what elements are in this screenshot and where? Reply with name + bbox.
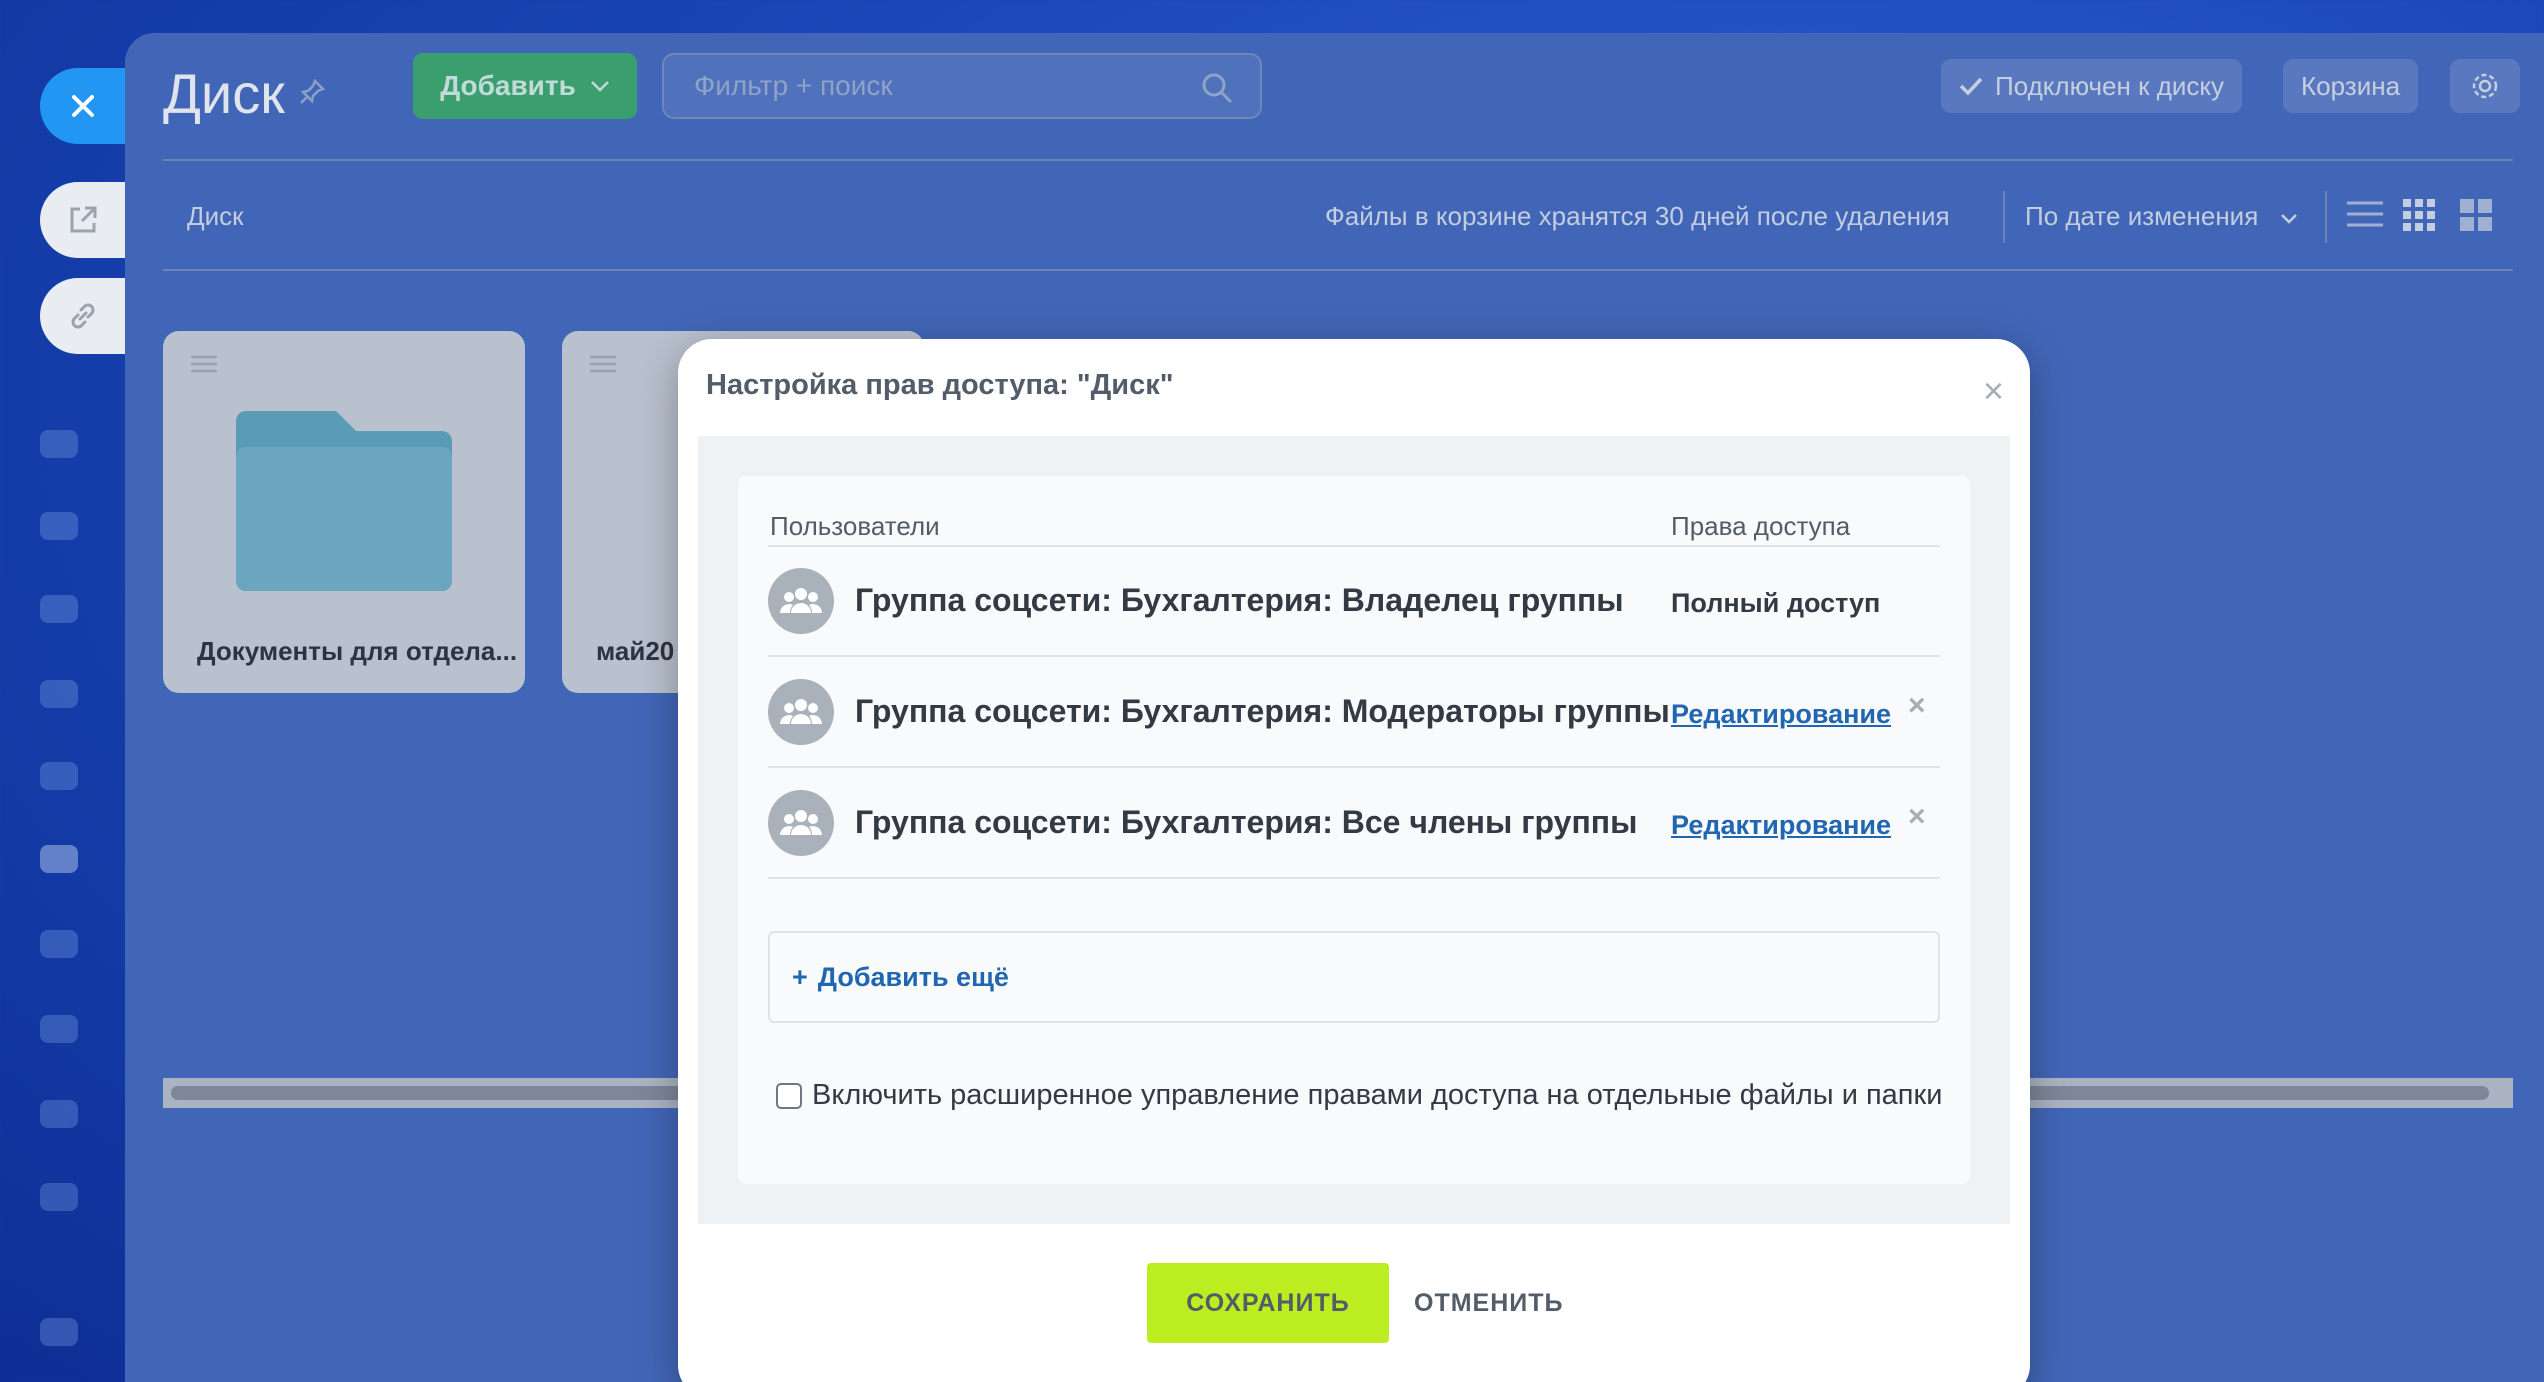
search-input[interactable]: Фильтр + поиск	[662, 53, 1262, 119]
breadcrumb[interactable]: Диск	[187, 201, 244, 232]
close-slider-button[interactable]	[40, 68, 125, 144]
trash-label: Корзина	[2301, 70, 2401, 101]
access-level: Полный доступ	[1671, 588, 1881, 618]
rail-item[interactable]	[40, 512, 78, 540]
plus-icon: +	[792, 961, 808, 992]
divider	[2003, 191, 2005, 243]
rights-column-header: Права доступа	[1671, 511, 1851, 541]
open-in-new-window-button[interactable]	[40, 182, 125, 258]
folder-tile[interactable]: Документы для отдела...	[163, 331, 525, 693]
chevron-down-icon	[590, 81, 609, 92]
extended-rights-checkbox[interactable]	[776, 1082, 802, 1109]
group-icon	[780, 810, 822, 835]
divider	[768, 877, 1940, 879]
search-icon[interactable]	[1200, 71, 1234, 105]
sort-label: По дате изменения	[2025, 201, 2259, 231]
add-more-label: Добавить ещё	[817, 961, 1009, 992]
divider	[2325, 191, 2327, 243]
remove-icon[interactable]: ×	[1908, 800, 1926, 834]
tile-label: май20	[596, 636, 675, 666]
remove-icon[interactable]: ×	[1908, 689, 1926, 723]
add-more-button[interactable]: + Добавить ещё	[768, 931, 1940, 1023]
extended-rights-option[interactable]: Включить расширенное управление правами …	[776, 1079, 1942, 1112]
page-title: Диск	[163, 62, 285, 125]
checkbox-label[interactable]: Включить расширенное управление правами …	[812, 1079, 1942, 1112]
group-name: Группа соцсети: Бухгалтерия: Модераторы …	[855, 693, 1670, 729]
divider	[768, 766, 1940, 768]
external-link-icon	[70, 206, 96, 233]
trash-note: Файлы в корзине хранятся 30 дней после у…	[1325, 201, 1950, 231]
divider	[163, 269, 2513, 271]
pin-icon[interactable]	[297, 77, 327, 107]
group-icon	[780, 699, 822, 724]
tile-label: Документы для отдела...	[197, 636, 518, 666]
group-name: Группа соцсети: Бухгалтерия: Все члены г…	[855, 804, 1638, 840]
large-tiles-view-icon[interactable]	[2460, 199, 2492, 231]
rail-item[interactable]	[40, 680, 78, 708]
grid-view-icon[interactable]	[2403, 199, 2435, 231]
tile-menu-icon[interactable]	[590, 355, 616, 373]
add-button-label: Добавить	[440, 70, 576, 101]
save-button[interactable]: СОХРАНИТЬ	[1147, 1263, 1389, 1343]
rail-item[interactable]	[40, 1015, 78, 1043]
copy-link-button[interactable]	[40, 278, 125, 354]
dialog-title: Настройка прав доступа: "Диск"	[706, 369, 1174, 401]
folder-icon	[236, 411, 452, 591]
users-column-header: Пользователи	[770, 511, 940, 541]
close-icon[interactable]: ×	[1983, 373, 2004, 409]
avatar	[768, 790, 834, 856]
group-name: Группа соцсети: Бухгалтерия: Владелец гр…	[855, 582, 1624, 618]
divider	[768, 545, 1940, 547]
rail-item[interactable]	[40, 845, 78, 873]
cancel-button[interactable]: ОТМЕНИТЬ	[1414, 1263, 1563, 1343]
rail-item[interactable]	[40, 1318, 78, 1346]
trash-button[interactable]: Корзина	[2283, 59, 2419, 113]
check-icon	[1959, 77, 1983, 96]
divider	[163, 159, 2513, 161]
gear-icon	[2472, 73, 2498, 99]
rail-item[interactable]	[40, 930, 78, 958]
rail-item[interactable]	[40, 1183, 78, 1211]
group-icon	[780, 588, 822, 613]
list-view-icon[interactable]	[2347, 199, 2383, 229]
left-rail	[0, 0, 125, 1382]
settings-button[interactable]	[2450, 59, 2520, 113]
chevron-down-icon	[2280, 214, 2297, 224]
rail-item[interactable]	[40, 762, 78, 790]
access-rights-dialog: Настройка прав доступа: "Диск" × Пользов…	[678, 339, 2030, 1382]
sort-dropdown[interactable]: По дате изменения	[2025, 201, 2298, 232]
tile-menu-icon[interactable]	[191, 355, 217, 373]
access-level-dropdown[interactable]: Редактирование	[1671, 810, 1891, 841]
divider	[768, 655, 1940, 657]
connected-label: Подключен к диску	[1995, 70, 2225, 101]
close-icon	[71, 95, 94, 117]
rail-item[interactable]	[40, 1100, 78, 1128]
access-level-dropdown[interactable]: Редактирование	[1671, 699, 1891, 730]
rail-item[interactable]	[40, 430, 78, 458]
add-button[interactable]: Добавить	[413, 53, 637, 119]
avatar	[768, 568, 834, 634]
avatar	[768, 679, 834, 745]
connected-to-disk-button[interactable]: Подключен к диску	[1941, 59, 2243, 113]
link-icon	[71, 303, 94, 329]
rail-item[interactable]	[40, 595, 78, 623]
search-placeholder: Фильтр + поиск	[694, 70, 893, 101]
